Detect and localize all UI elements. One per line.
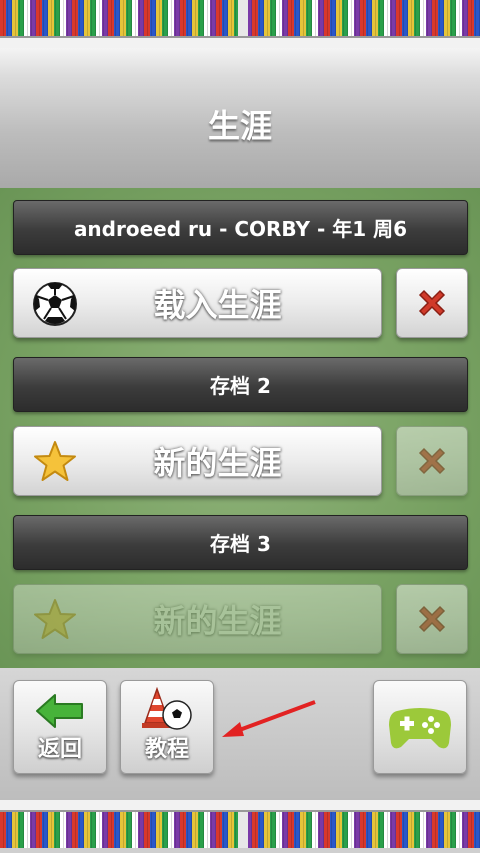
games-button[interactable] [373,680,467,774]
load-career-button[interactable]: 载入生涯 [13,268,382,338]
title-bar: 生涯 [0,48,480,188]
back-label: 返回 [37,737,82,762]
new-career-button-slot-3[interactable]: 新的生涯 [13,584,382,654]
slot-3-header: 存档 3 [13,515,468,570]
slot-1-header: androeed ru - CORBY - 年1 周6 [13,200,468,255]
training-cone-ball-icon [142,687,192,730]
annotation-arrow [222,700,316,737]
back-button[interactable]: 返回 [13,680,107,774]
new-career-button-slot-2[interactable]: 新的生涯 [13,426,382,496]
slot-2-header: 存档 2 [13,357,468,412]
close-icon [418,447,446,475]
delete-slot-1-button[interactable] [396,268,468,338]
gamepad-icon [389,708,451,749]
tutorial-button[interactable]: 教程 [120,680,214,774]
load-career-label: 载入生涯 [153,286,282,324]
delete-slot-3-button[interactable] [396,584,468,654]
new-career-label-slot-3: 新的生涯 [153,602,282,640]
back-arrow-icon [36,694,83,728]
new-career-label-slot-2: 新的生涯 [153,444,282,482]
crowd-banner-top [0,0,480,48]
delete-slot-2-button[interactable] [396,426,468,496]
page-title: 生涯 [207,107,272,145]
tutorial-label: 教程 [144,737,189,762]
close-icon [418,605,446,633]
crowd-banner-bottom [0,800,480,848]
close-icon [418,289,446,317]
